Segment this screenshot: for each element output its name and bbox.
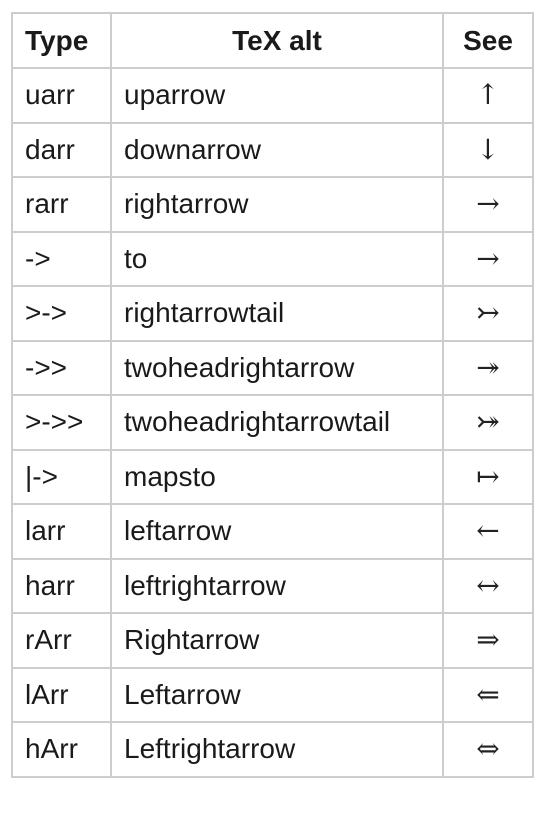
right-arrow-tail-icon: ↣	[442, 285, 534, 342]
down-arrow-icon: ↓	[442, 121, 534, 178]
type-cell: lArr	[11, 666, 112, 723]
table-row: larr leftarrow ←	[11, 503, 534, 560]
double-left-arrow-icon: ⇐	[442, 666, 534, 723]
type-cell: rArr	[11, 612, 112, 669]
table-row: -> to →	[11, 230, 534, 287]
left-arrow-icon: ←	[442, 503, 534, 560]
table-row: lArr Leftarrow ⇐	[11, 666, 534, 723]
type-cell: rarr	[11, 176, 112, 233]
tex-alt-cell: Rightarrow	[110, 612, 444, 669]
type-cell: |->	[11, 448, 112, 505]
type-cell: ->>	[11, 339, 112, 396]
type-cell: harr	[11, 557, 112, 614]
tex-alt-cell: twoheadrightarrow	[110, 339, 444, 396]
table-row: rarr rightarrow →	[11, 176, 534, 233]
header-tex-alt: TeX alt	[110, 12, 444, 69]
table-row: darr downarrow ↓	[11, 121, 534, 178]
double-left-right-arrow-icon: ⇔	[442, 721, 534, 778]
left-right-arrow-icon: ↔	[442, 557, 534, 614]
maps-to-arrow-icon: ↦	[442, 448, 534, 505]
tex-alt-cell: uparrow	[110, 67, 444, 124]
table-row: ->> twoheadrightarrow ↠	[11, 339, 534, 396]
tex-alt-cell: to	[110, 230, 444, 287]
two-head-right-arrow-tail-icon: ⤖	[442, 394, 534, 451]
table-row: >->> twoheadrightarrowtail ⤖	[11, 394, 534, 451]
header-type: Type	[11, 12, 112, 69]
tex-alt-cell: Leftrightarrow	[110, 721, 444, 778]
tex-alt-cell: Leftarrow	[110, 666, 444, 723]
type-cell: darr	[11, 121, 112, 178]
table-body: uarr uparrow ↑ darr downarrow ↓ rarr rig…	[11, 67, 534, 778]
double-right-arrow-icon: ⇒	[442, 612, 534, 669]
up-arrow-icon: ↑	[442, 67, 534, 124]
tex-alt-cell: mapsto	[110, 448, 444, 505]
right-arrow-icon: →	[442, 230, 534, 287]
right-arrow-icon: →	[442, 176, 534, 233]
type-cell: uarr	[11, 67, 112, 124]
type-cell: >->>	[11, 394, 112, 451]
type-cell: larr	[11, 503, 112, 560]
table-row: hArr Leftrightarrow ⇔	[11, 721, 534, 778]
table-row: >-> rightarrowtail ↣	[11, 285, 534, 342]
tex-alt-cell: rightarrowtail	[110, 285, 444, 342]
table-row: uarr uparrow ↑	[11, 67, 534, 124]
tex-alt-cell: leftrightarrow	[110, 557, 444, 614]
table-header: Type TeX alt See	[11, 12, 534, 69]
two-head-right-arrow-icon: ↠	[442, 339, 534, 396]
type-cell: >->	[11, 285, 112, 342]
arrow-symbols-table: Type TeX alt See uarr uparrow ↑ darr dow…	[11, 12, 534, 778]
table-row: harr leftrightarrow ↔	[11, 557, 534, 614]
table-row: rArr Rightarrow ⇒	[11, 612, 534, 669]
table-row: |-> mapsto ↦	[11, 448, 534, 505]
header-row: Type TeX alt See	[11, 12, 534, 69]
tex-alt-cell: downarrow	[110, 121, 444, 178]
type-cell: hArr	[11, 721, 112, 778]
tex-alt-cell: twoheadrightarrowtail	[110, 394, 444, 451]
tex-alt-cell: rightarrow	[110, 176, 444, 233]
type-cell: ->	[11, 230, 112, 287]
header-see: See	[442, 12, 534, 69]
tex-alt-cell: leftarrow	[110, 503, 444, 560]
